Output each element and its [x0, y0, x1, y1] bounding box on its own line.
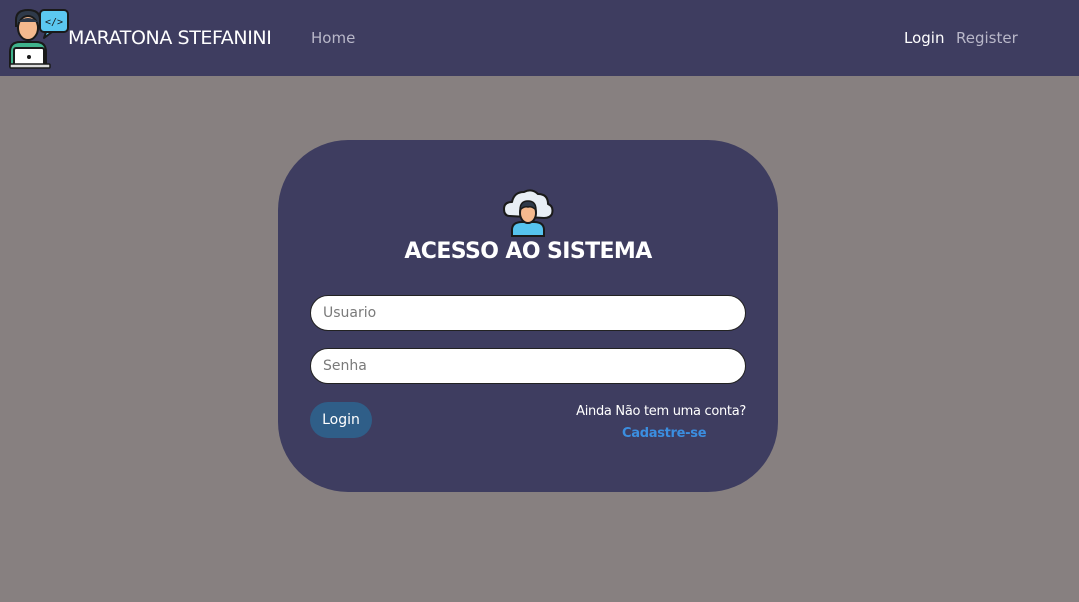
nav-home-link[interactable]: Home	[311, 29, 355, 47]
password-input[interactable]	[310, 348, 746, 384]
page-title: ACESSO AO SISTEMA	[404, 239, 652, 264]
developer-laptop-icon[interactable]: </>	[6, 6, 70, 70]
brand-title[interactable]: MARATONA STEFANINI	[68, 27, 272, 49]
navbar: </> MARATONA STEFANINI Home Login Regist…	[0, 0, 1079, 76]
svg-text:</>: </>	[45, 17, 63, 28]
username-input[interactable]	[310, 295, 746, 331]
login-card: ACESSO AO SISTEMA Login Ainda Não tem um…	[278, 140, 778, 492]
login-button[interactable]: Login	[310, 402, 372, 438]
signup-prompt: Ainda Não tem uma conta?	[576, 404, 746, 419]
nav-register-link[interactable]: Register	[956, 29, 1018, 47]
cloud-user-avatar-icon	[503, 189, 554, 237]
signup-link[interactable]: Cadastre-se	[622, 426, 707, 442]
nav-login-link[interactable]: Login	[904, 29, 944, 47]
